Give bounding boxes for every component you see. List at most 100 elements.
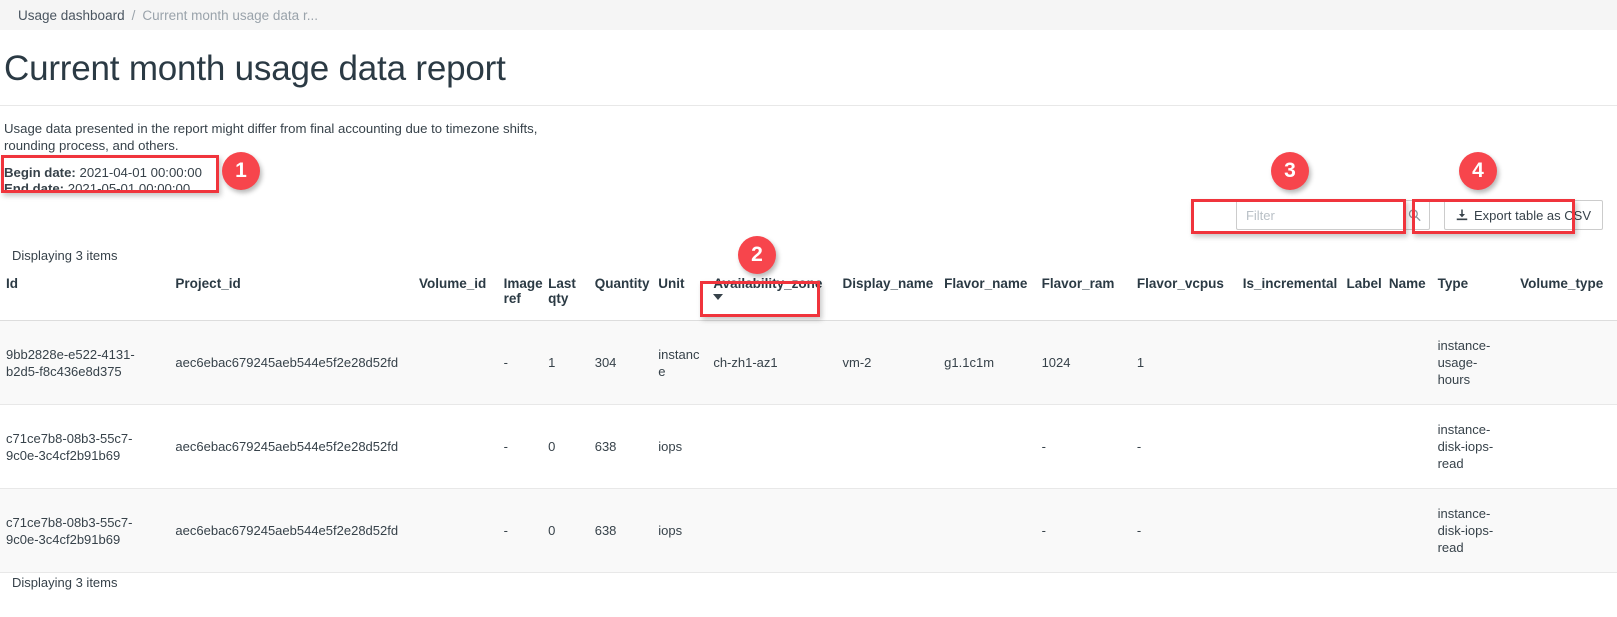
- column-header-volume-type[interactable]: Volume_type: [1514, 272, 1617, 321]
- cell-label: [1341, 405, 1383, 489]
- cell-volume-id: [413, 405, 498, 489]
- cell-is-incremental: [1237, 489, 1341, 573]
- cell-is-incremental: [1237, 405, 1341, 489]
- cell-id: 9bb2828e-e522-4131-b2d5-f8c436e8d375: [0, 321, 169, 405]
- cell-image-ref: -: [498, 321, 542, 405]
- end-date-value: 2021-05-01 00:00:00: [68, 181, 190, 196]
- column-header-type[interactable]: Type: [1432, 272, 1515, 321]
- column-header-last-qty[interactable]: Last qty: [542, 272, 589, 321]
- begin-date-value: 2021-04-01 00:00:00: [79, 165, 201, 180]
- column-header-name[interactable]: Name: [1383, 272, 1432, 321]
- page-title: Current month usage data report: [4, 49, 1617, 89]
- cell-volume-type: [1514, 321, 1617, 405]
- column-header-quantity[interactable]: Quantity: [589, 272, 653, 321]
- cell-image-ref: -: [498, 405, 542, 489]
- cell-image-ref: -: [498, 489, 542, 573]
- column-header-is-incremental[interactable]: Is_incremental: [1237, 272, 1341, 321]
- table-toolbar: Export table as CSV: [1236, 200, 1603, 230]
- cell-unit: iops: [652, 405, 707, 489]
- cell-name: [1383, 405, 1432, 489]
- cell-id: c71ce7b8-08b3-55c7-9c0e-3c4cf2b91b69: [0, 405, 169, 489]
- cell-type: instance-disk-iops-read: [1432, 489, 1515, 573]
- date-range-block: Begin date: 2021-04-01 00:00:00 End date…: [4, 165, 1617, 197]
- begin-date-label: Begin date:: [4, 165, 76, 180]
- column-header-availability-zone-label: Availability_zone: [713, 276, 822, 291]
- cell-flavor-vcpus: 1: [1131, 321, 1237, 405]
- usage-table-head: Id Project_id Volume_id Image ref Last q…: [0, 272, 1617, 321]
- cell-volume-id: [413, 321, 498, 405]
- table-row[interactable]: c71ce7b8-08b3-55c7-9c0e-3c4cf2b91b69 aec…: [0, 489, 1617, 573]
- cell-flavor-vcpus: -: [1131, 489, 1237, 573]
- column-header-flavor-name[interactable]: Flavor_name: [938, 272, 1035, 321]
- cell-flavor-name: g1.1c1m: [938, 321, 1035, 405]
- breadcrumb-link-usage-dashboard[interactable]: Usage dashboard: [18, 8, 125, 23]
- chevron-down-icon[interactable]: [713, 294, 723, 300]
- export-csv-label: Export table as CSV: [1474, 208, 1591, 223]
- cell-volume-type: [1514, 489, 1617, 573]
- table-row[interactable]: c71ce7b8-08b3-55c7-9c0e-3c4cf2b91b69 aec…: [0, 405, 1617, 489]
- column-header-flavor-vcpus[interactable]: Flavor_vcpus: [1131, 272, 1237, 321]
- cell-project-id: aec6ebac679245aeb544e5f2e28d52fd: [169, 489, 413, 573]
- begin-date-row: Begin date: 2021-04-01 00:00:00: [4, 165, 1617, 181]
- cell-flavor-vcpus: -: [1131, 405, 1237, 489]
- item-count-top: Displaying 3 items: [12, 248, 118, 263]
- usage-table: Id Project_id Volume_id Image ref Last q…: [0, 272, 1617, 573]
- usage-table-header-row: Id Project_id Volume_id Image ref Last q…: [0, 272, 1617, 321]
- column-header-display-name[interactable]: Display_name: [837, 272, 939, 321]
- filter-input[interactable]: [1237, 201, 1429, 229]
- export-csv-button[interactable]: Export table as CSV: [1444, 200, 1603, 230]
- cell-quantity: 304: [589, 321, 653, 405]
- breadcrumb-current: Current month usage data r...: [142, 8, 318, 23]
- cell-flavor-ram: -: [1036, 405, 1131, 489]
- cell-name: [1383, 321, 1432, 405]
- item-count-bottom: Displaying 3 items: [12, 575, 118, 590]
- cell-type: instance-usage-hours: [1432, 321, 1515, 405]
- search-icon: [1408, 209, 1421, 222]
- cell-quantity: 638: [589, 489, 653, 573]
- title-divider: [0, 105, 1617, 106]
- report-description: Usage data presented in the report might…: [4, 120, 564, 154]
- table-row[interactable]: 9bb2828e-e522-4131-b2d5-f8c436e8d375 aec…: [0, 321, 1617, 405]
- cell-unit: iops: [652, 489, 707, 573]
- column-header-label[interactable]: Label: [1341, 272, 1383, 321]
- cell-availability-zone: [707, 405, 836, 489]
- cell-project-id: aec6ebac679245aeb544e5f2e28d52fd: [169, 321, 413, 405]
- annotation-badge-2: 2: [738, 236, 776, 274]
- cell-type: instance-disk-iops-read: [1432, 405, 1515, 489]
- column-header-id[interactable]: Id: [0, 272, 169, 321]
- cell-display-name: [837, 489, 939, 573]
- column-header-image-ref[interactable]: Image ref: [498, 272, 542, 321]
- cell-flavor-name: [938, 405, 1035, 489]
- breadcrumb-separator: /: [132, 8, 136, 23]
- cell-id: c71ce7b8-08b3-55c7-9c0e-3c4cf2b91b69: [0, 489, 169, 573]
- cell-label: [1341, 321, 1383, 405]
- cell-availability-zone: [707, 489, 836, 573]
- cell-quantity: 638: [589, 405, 653, 489]
- column-header-volume-id[interactable]: Volume_id: [413, 272, 498, 321]
- cell-last-qty: 0: [542, 405, 589, 489]
- cell-volume-id: [413, 489, 498, 573]
- column-header-unit[interactable]: Unit: [652, 272, 707, 321]
- cell-volume-type: [1514, 405, 1617, 489]
- end-date-label: End date:: [4, 181, 64, 196]
- cell-display-name: [837, 405, 939, 489]
- cell-label: [1341, 489, 1383, 573]
- cell-flavor-name: [938, 489, 1035, 573]
- cell-flavor-ram: -: [1036, 489, 1131, 573]
- usage-table-body: 9bb2828e-e522-4131-b2d5-f8c436e8d375 aec…: [0, 321, 1617, 573]
- column-header-flavor-ram[interactable]: Flavor_ram: [1036, 272, 1131, 321]
- download-icon: [1456, 209, 1468, 222]
- cell-last-qty: 1: [542, 321, 589, 405]
- cell-last-qty: 0: [542, 489, 589, 573]
- usage-table-wrapper: Id Project_id Volume_id Image ref Last q…: [0, 272, 1617, 573]
- breadcrumb: Usage dashboard / Current month usage da…: [0, 0, 1617, 30]
- filter-input-wrapper[interactable]: [1236, 200, 1430, 230]
- cell-availability-zone: ch-zh1-az1: [707, 321, 836, 405]
- column-header-availability-zone[interactable]: Availability_zone: [707, 272, 836, 321]
- cell-name: [1383, 489, 1432, 573]
- end-date-row: End date: 2021-05-01 00:00:00: [4, 181, 1617, 197]
- column-header-project-id[interactable]: Project_id: [169, 272, 413, 321]
- cell-display-name: vm-2: [837, 321, 939, 405]
- cell-is-incremental: [1237, 321, 1341, 405]
- cell-flavor-ram: 1024: [1036, 321, 1131, 405]
